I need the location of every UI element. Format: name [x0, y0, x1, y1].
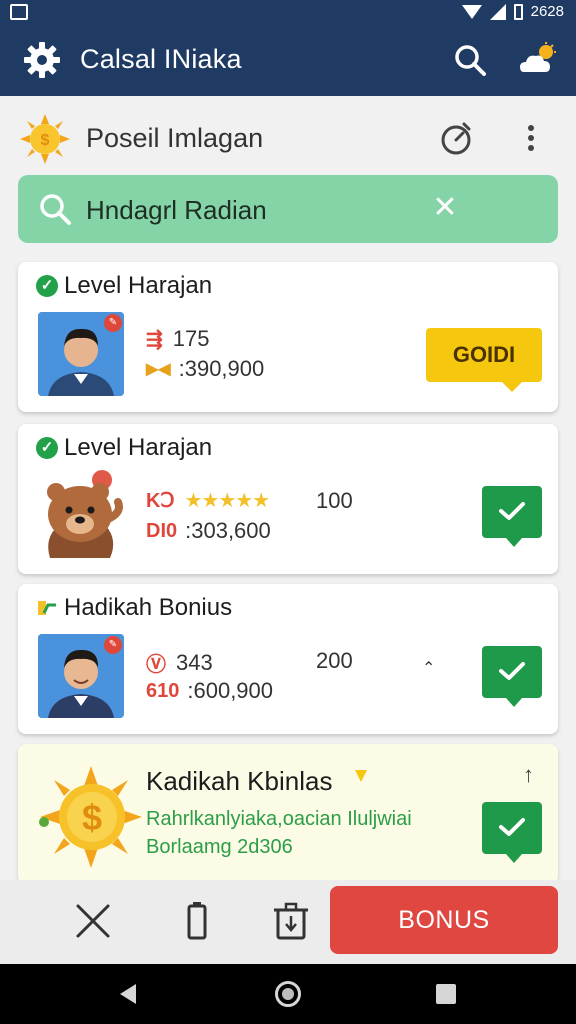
promo-title: Kadikah Kbinlas — [146, 766, 333, 796]
arrow-up-icon[interactable]: ↑ — [523, 762, 534, 788]
notification-icon — [10, 4, 28, 20]
stat-row-1: KↃ ★★★★★ — [146, 488, 271, 513]
avatar: ✎ — [38, 634, 124, 718]
trash-icon[interactable] — [270, 900, 312, 942]
battery-status-icon — [513, 3, 523, 20]
stat-value-2: :303,600 — [185, 518, 271, 543]
lightbulb-icon — [355, 770, 367, 782]
sun-coin-icon: $ — [39, 766, 142, 868]
stat-value-2: :600,900 — [187, 678, 274, 703]
back-icon[interactable] — [120, 984, 136, 1004]
close-icon[interactable] — [72, 900, 114, 942]
avatar-badge: ✎ — [104, 314, 122, 332]
bonus-tag-icon — [38, 601, 56, 615]
search-icon[interactable] — [452, 42, 488, 78]
recent-apps-icon[interactable] — [436, 984, 456, 1004]
system-nav-bar — [0, 964, 576, 1024]
sun-logo-icon: $ — [20, 114, 70, 164]
check-icon — [499, 818, 525, 836]
stat-value-1b: 200 — [316, 648, 353, 673]
stat-row-1: ⇶ 175 — [146, 326, 209, 352]
app-bar: Calsal INiaka — [0, 24, 576, 96]
goidi-button[interactable]: GOIDI — [426, 328, 542, 392]
stat-row-2: ▶◀ :390,900 — [146, 356, 264, 382]
status-bar: 2628 — [0, 0, 576, 24]
stat-row-2: DI0 :303,600 — [146, 518, 271, 544]
svg-text:$: $ — [41, 132, 50, 149]
list-item-card-1[interactable]: ✓ Level Harajan ✎ ⇶ 175 ▶◀ :390,900 GOID… — [18, 262, 558, 412]
status-icons: 2628 — [461, 3, 564, 20]
confirm-button[interactable] — [482, 646, 542, 707]
status-time: 2628 — [530, 3, 564, 20]
card-title: Level Harajan — [64, 434, 213, 461]
more-vert-icon[interactable] — [520, 122, 542, 156]
stat-value-1: 100 — [316, 488, 353, 513]
battery-icon[interactable] — [176, 900, 218, 942]
confirm-button[interactable] — [482, 486, 542, 547]
promo-line-1: Rahrlkanlyiaka,oacian Iluljwiai — [146, 808, 412, 830]
card-heading: ✓ Level Harajan — [36, 434, 212, 462]
home-icon[interactable] — [275, 981, 301, 1007]
stat-gold-icon: ▶◀ — [146, 361, 171, 378]
stat-red-icon: KↃ — [146, 490, 175, 512]
page-header: $ Poseil Imlagan — [0, 96, 576, 178]
stat-value-2: :390,900 — [178, 356, 265, 381]
wifi-icon — [461, 4, 482, 19]
list-item-card-2[interactable]: ✓ Level Harajan KↃ ★★★★★ 100 DI0 :303,60… — [18, 424, 558, 574]
card-title: Level Harajan — [64, 272, 213, 299]
verified-check-icon: ✓ — [36, 437, 58, 459]
card-heading: ✓ Level Harajan — [36, 272, 212, 300]
rating-stars-icon: ★★★★★ — [184, 490, 271, 512]
search-bar[interactable]: Hndagrl Radian ✕ — [18, 175, 558, 243]
list-item-card-3[interactable]: Hadikah Bonius ✎ Ⓥ 343 200 610 :600,900 … — [18, 584, 558, 734]
stat-row-1: Ⓥ 343 — [146, 648, 213, 677]
confirm-button[interactable] — [482, 802, 542, 863]
stat-red-icon: ⇶ — [146, 328, 163, 351]
expand-caret-icon[interactable]: ⌃ — [422, 658, 435, 678]
bonus-button[interactable]: BONUS — [330, 886, 558, 954]
stat-prefix: 610 — [146, 679, 180, 702]
bottom-action-bar: BONUS — [0, 880, 576, 964]
stat-value-1: 343 — [176, 649, 213, 675]
card-title: Hadikah Bonius — [64, 594, 233, 621]
avatar: ✎ — [38, 312, 124, 396]
card-heading: Hadikah Bonius — [36, 594, 232, 622]
page-title: Poseil Imlagan — [86, 123, 264, 153]
avatar-badge: ✎ — [104, 636, 122, 654]
app-title: Calsal INiaka — [80, 44, 242, 74]
clear-search-icon[interactable]: ✕ — [430, 193, 460, 223]
signal-icon — [489, 3, 506, 20]
check-icon — [499, 502, 525, 520]
bear-mascot-icon — [47, 470, 123, 558]
check-icon — [499, 662, 525, 680]
stat-prefix: DI0 — [146, 519, 178, 542]
timer-icon[interactable] — [438, 120, 474, 156]
promo-card[interactable]: $ Kadikah Kbinlas ↑ Rahrlkanlyiaka,oacia… — [18, 744, 558, 884]
svg-text:$: $ — [82, 797, 102, 838]
search-field-icon — [40, 194, 71, 225]
stat-row-2: 610 :600,900 — [146, 678, 273, 704]
stat-red-icon: Ⓥ — [146, 654, 166, 676]
promo-line-2: Borlaamg 2d306 — [146, 836, 293, 858]
stat-value-1: 175 — [172, 326, 210, 351]
weather-icon[interactable] — [518, 42, 558, 78]
search-input[interactable]: Hndagrl Radian — [86, 195, 267, 226]
verified-check-icon: ✓ — [36, 275, 58, 297]
gear-icon[interactable] — [22, 40, 62, 80]
